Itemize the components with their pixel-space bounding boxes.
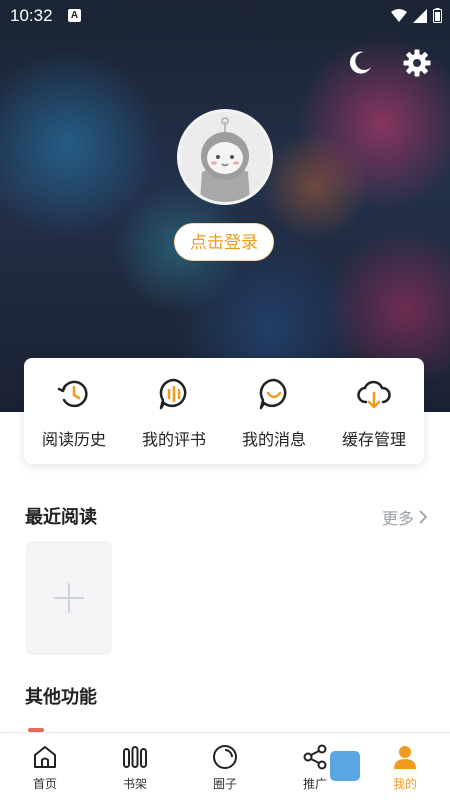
chevron-right-icon: [419, 510, 428, 524]
nav-label: 圈子: [212, 777, 237, 791]
moon-icon[interactable]: [344, 48, 374, 78]
status-bar: 10:32 A: [0, 0, 450, 32]
recent-reading-title: 最近阅读: [25, 507, 97, 528]
clock-history-icon: [57, 380, 88, 408]
quick-action-label: 我的评书: [141, 430, 206, 449]
quick-actions-card: 阅读历史 我的评书 我的消息 缓存管理: [24, 358, 424, 464]
plus-icon: [54, 583, 84, 613]
status-indicator: A: [68, 9, 81, 22]
robot-avatar-icon: [180, 112, 270, 202]
reading-history-button[interactable]: 阅读历史: [24, 358, 124, 464]
chat-bars-icon: [159, 378, 187, 410]
nav-home[interactable]: 首页: [0, 733, 90, 800]
quick-action-label: 缓存管理: [341, 430, 406, 449]
avatar[interactable]: [177, 109, 273, 205]
profile-header-background: [0, 0, 450, 412]
nav-circle[interactable]: 圈子: [180, 733, 270, 800]
battery-icon: [433, 8, 442, 23]
quick-action-label: 我的消息: [241, 430, 306, 449]
nav-mine[interactable]: 我的: [360, 733, 450, 800]
nav-label: 推广: [302, 777, 327, 791]
cache-management-button[interactable]: 缓存管理: [324, 358, 424, 464]
status-time: 10:32: [10, 6, 53, 25]
home-icon: [34, 746, 56, 768]
bookshelf-icon: [123, 746, 147, 768]
other-features-title: 其他功能: [25, 687, 97, 708]
status-icons: [391, 8, 442, 23]
cloud-download-icon: [357, 380, 391, 409]
login-button[interactable]: 点击登录: [174, 223, 274, 261]
nav-label: 我的: [392, 777, 417, 791]
more-label: 更多: [381, 509, 414, 528]
my-reviews-button[interactable]: 我的评书: [124, 358, 224, 464]
add-book-tile[interactable]: [26, 541, 112, 655]
my-messages-button[interactable]: 我的消息: [224, 358, 324, 464]
watermark-logo: [330, 751, 360, 781]
bottom-nav: 首页 书架 圈子 推广 我的: [0, 732, 450, 800]
share-icon: [303, 744, 327, 770]
wifi-icon: [391, 8, 407, 22]
nav-bookshelf[interactable]: 书架: [90, 733, 180, 800]
circle-icon: [213, 745, 237, 769]
user-icon: [394, 746, 416, 769]
signal-icon: [413, 8, 427, 23]
nav-label: 首页: [32, 777, 57, 791]
quick-action-label: 阅读历史: [41, 430, 106, 449]
nav-label: 书架: [122, 777, 147, 791]
more-link[interactable]: 更多: [382, 505, 428, 529]
message-smile-icon: [259, 378, 287, 410]
gear-icon[interactable]: [402, 48, 432, 78]
